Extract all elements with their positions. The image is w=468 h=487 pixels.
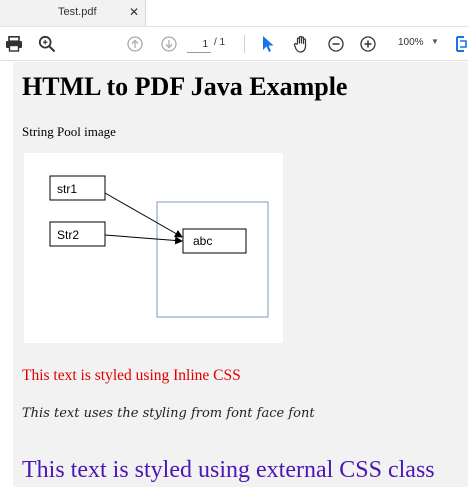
page-number-input[interactable] bbox=[187, 37, 211, 53]
pdf-page: HTML to PDF Java Example String Pool ima… bbox=[13, 62, 468, 487]
toolbar-divider bbox=[244, 35, 245, 53]
str1-label: str1 bbox=[57, 182, 77, 196]
font-face-text: This text uses the styling from font fac… bbox=[22, 406, 315, 421]
str1-arrow bbox=[104, 192, 183, 238]
abc-label: abc bbox=[193, 234, 212, 248]
arrow-up-circle-icon[interactable] bbox=[125, 33, 145, 55]
str2-label: Str2 bbox=[57, 228, 79, 242]
external-css-text: This text is styled using external CSS c… bbox=[22, 457, 435, 483]
page-total: / 1 bbox=[214, 37, 226, 48]
string-pool-image: str1 Str2 abc bbox=[24, 153, 283, 343]
zoom-in-icon[interactable] bbox=[358, 33, 378, 55]
hand-icon[interactable] bbox=[291, 33, 313, 55]
string-pool-box bbox=[156, 201, 269, 318]
zoom-out-icon[interactable] bbox=[326, 33, 346, 55]
image-caption: String Pool image bbox=[22, 124, 116, 139]
str2-arrow bbox=[104, 234, 183, 245]
cursor-icon[interactable] bbox=[258, 33, 278, 55]
inline-css-text: This text is styled using Inline CSS bbox=[22, 367, 241, 384]
document-title: HTML to PDF Java Example bbox=[22, 72, 348, 101]
document-viewer[interactable]: HTML to PDF Java Example String Pool ima… bbox=[0, 62, 468, 487]
arrow-down-circle-icon[interactable] bbox=[159, 33, 179, 55]
tab-strip: Test.pdf ✕ bbox=[0, 0, 468, 27]
zoom-level[interactable]: 100% bbox=[398, 37, 424, 48]
pdf-toolbar: / 1 100% ▼ bbox=[0, 27, 468, 61]
chevron-down-icon[interactable]: ▼ bbox=[431, 37, 439, 46]
tab-test-pdf[interactable]: Test.pdf ✕ bbox=[0, 0, 146, 27]
search-icon[interactable] bbox=[36, 33, 58, 55]
print-icon[interactable] bbox=[3, 33, 25, 55]
close-icon[interactable]: ✕ bbox=[129, 5, 139, 19]
fit-page-icon[interactable] bbox=[454, 33, 468, 55]
tab-title: Test.pdf bbox=[58, 6, 97, 18]
